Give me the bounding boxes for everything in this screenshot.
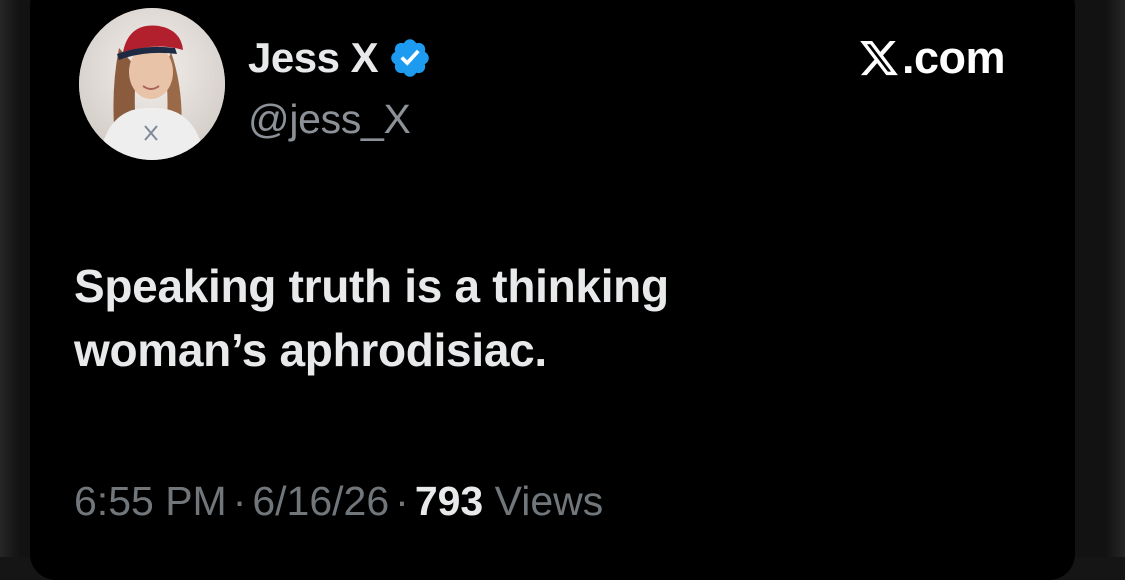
- views-count: 793: [414, 478, 484, 524]
- tweet-date[interactable]: 6/16/26: [252, 478, 389, 524]
- avatar[interactable]: [79, 8, 225, 160]
- tweet-text-line: woman’s aphrodisiac.: [74, 324, 547, 376]
- tweet-text-line: Speaking truth is a thinking: [74, 260, 669, 312]
- author-row[interactable]: Jess X: [248, 30, 432, 86]
- screen-background: Jess X @jess_X .com Speaking truth is a …: [0, 0, 1125, 580]
- brand-watermark: .com: [858, 28, 1006, 88]
- meta-separator: ·: [395, 478, 409, 524]
- tweet-time[interactable]: 6:55 PM: [74, 478, 227, 524]
- meta-separator: ·: [232, 478, 247, 524]
- views-label: Views: [494, 478, 604, 524]
- tweet-meta: 6:55 PM · 6/16/26 · 793 Views: [74, 478, 603, 525]
- tweet-text: Speaking truth is a thinking woman’s aph…: [74, 254, 974, 382]
- x-logo-icon: [858, 37, 900, 79]
- author-handle[interactable]: @jess_X: [248, 96, 411, 143]
- author-name[interactable]: Jess X: [248, 34, 379, 82]
- brand-text: .com: [902, 32, 1006, 83]
- profile-photo-icon: [79, 8, 225, 160]
- verified-badge-icon: [388, 36, 432, 80]
